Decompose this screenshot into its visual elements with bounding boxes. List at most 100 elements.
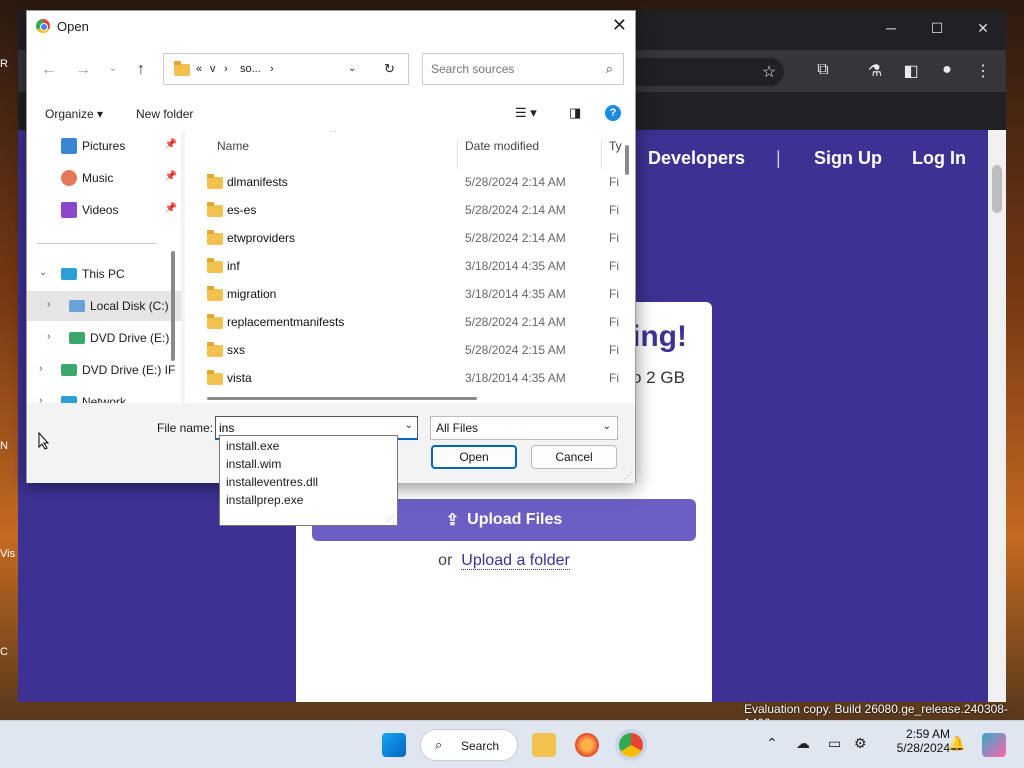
breadcrumb-item[interactable]: so... [240, 63, 261, 75]
close-icon[interactable]: ✕ [612, 15, 627, 36]
extensions-icon[interactable]: ⧉ [812, 61, 834, 79]
recent-dropdown-icon[interactable]: ⌄ [103, 63, 123, 74]
column-date-modified[interactable]: Date modified [465, 139, 539, 153]
drive-icon [69, 300, 85, 312]
nav-pane-scrollbar[interactable] [171, 251, 175, 361]
autocomplete-item[interactable]: install.exe [226, 439, 279, 453]
upload-folder-link[interactable]: Upload a folder [461, 552, 570, 570]
chevron-right-icon[interactable]: › [39, 395, 42, 403]
display-icon[interactable]: ▭ [828, 735, 841, 752]
breadcrumb-overflow[interactable]: « [196, 63, 202, 75]
file-row[interactable]: vista 3/18/2014 4:35 AM Fi [185, 363, 635, 391]
search-icon: ⌕ [605, 61, 613, 76]
folder-icon [207, 230, 223, 245]
file-row[interactable]: migration 3/18/2014 4:35 AM Fi [185, 279, 635, 307]
file-type: Fi [609, 203, 619, 217]
scrollbar-thumb[interactable] [992, 165, 1002, 213]
file-list-vertical-scrollbar[interactable] [625, 145, 629, 175]
cloud-offline-icon[interactable]: ☁ [796, 735, 810, 752]
up-icon[interactable]: ↑ [131, 61, 151, 79]
file-type-select[interactable]: All Files ⌄ [430, 416, 618, 440]
file-row[interactable]: etwproviders 5/28/2024 2:14 AM Fi [185, 223, 635, 251]
nav-item-local-disk[interactable]: › Local Disk (C:) [27, 291, 181, 321]
nav-log-in[interactable]: Log In [912, 148, 966, 169]
breadcrumb-item[interactable]: v [210, 63, 216, 75]
cancel-button[interactable]: Cancel [531, 445, 617, 469]
copilot-icon[interactable] [982, 733, 1006, 757]
file-row[interactable]: inf 3/18/2014 4:35 AM Fi [185, 251, 635, 279]
autocomplete-item[interactable]: installeventres.dll [226, 475, 318, 489]
desktop-icon-fragment[interactable]: R [0, 58, 18, 78]
file-list-horizontal-scrollbar[interactable] [207, 397, 477, 400]
view-options-icon[interactable]: ☰ ▾ [515, 105, 537, 121]
minimize-icon[interactable]: ─ [876, 20, 906, 36]
nav-developers[interactable]: Developers [648, 148, 745, 169]
open-button[interactable]: Open [431, 445, 517, 469]
chevron-down-icon: ⌄ [602, 421, 611, 432]
sidepanel-icon[interactable]: ◧ [900, 61, 922, 81]
file-row[interactable]: es-es 5/28/2024 2:14 AM Fi [185, 195, 635, 223]
navigation-row: ← → ⌄ ↑ « v › so... › ⌄ ↻ ⌕ [27, 43, 635, 99]
file-name: inf [227, 259, 240, 273]
autocomplete-item[interactable]: install.wim [226, 457, 281, 471]
file-row[interactable]: sxs 5/28/2024 2:15 AM Fi [185, 335, 635, 363]
file-row[interactable]: dlmanifests 5/28/2024 2:14 AM Fi [185, 167, 635, 195]
preview-pane-icon[interactable]: ◨ [569, 105, 581, 121]
menu-icon[interactable]: ⋮ [972, 61, 994, 81]
refresh-icon[interactable]: ↻ [384, 61, 395, 77]
nav-item-network[interactable]: › Network [27, 387, 181, 403]
desktop-icon-fragment[interactable]: Vis [0, 548, 18, 560]
file-explorer-icon[interactable] [532, 733, 556, 757]
maximize-icon[interactable]: ☐ [922, 20, 952, 37]
page-scrollbar[interactable] [988, 130, 1006, 702]
chrome-icon[interactable] [619, 733, 643, 757]
column-name[interactable]: Name [217, 139, 249, 153]
chevron-down-icon[interactable]: ⌄ [405, 420, 413, 431]
taskbar-search[interactable]: ⌕ Search [420, 729, 518, 761]
network-status-icon[interactable]: ⚙ [854, 735, 867, 752]
nav-item-label: Pictures [82, 139, 126, 153]
address-dropdown-icon[interactable]: ⌄ [348, 63, 356, 74]
nav-item-videos[interactable]: Videos 📌 [27, 195, 181, 225]
nav-item-this-pc[interactable]: ⌄ This PC [27, 259, 181, 289]
nav-item-pictures[interactable]: Pictures 📌 [27, 131, 181, 161]
desktop-icon-fragment[interactable]: N [0, 440, 18, 452]
organize-button[interactable]: Organize ▾ [45, 107, 103, 121]
start-icon[interactable] [382, 733, 406, 757]
clock[interactable]: 2:59 AM 5/28/2024 [880, 727, 950, 755]
firefox-icon[interactable] [575, 733, 599, 757]
file-row[interactable]: replacementmanifests 5/28/2024 2:14 AM Fi [185, 307, 635, 335]
chevron-right-icon[interactable]: › [47, 331, 50, 342]
search-box[interactable]: ⌕ [422, 53, 624, 85]
nav-item-music[interactable]: Music 📌 [27, 163, 181, 193]
forward-icon[interactable]: → [73, 61, 93, 79]
file-name-input[interactable] [219, 420, 389, 436]
pin-icon: 📌 [164, 139, 177, 150]
file-date: 5/28/2024 2:15 AM [465, 343, 566, 357]
desktop-icon-fragment[interactable]: C [0, 646, 18, 658]
address-breadcrumb[interactable]: « v › so... › ⌄ ↻ [163, 53, 409, 85]
back-icon[interactable]: ← [39, 61, 59, 79]
star-icon[interactable]: ☆ [758, 62, 780, 82]
show-hidden-icons-icon[interactable]: ⌃ [766, 735, 778, 752]
nav-sign-up[interactable]: Sign Up [814, 148, 882, 169]
address-bar[interactable]: ☆ [618, 58, 784, 86]
notification-bell-icon[interactable]: 🔔 [948, 735, 965, 752]
help-icon[interactable]: ? [605, 105, 621, 121]
column-type[interactable]: Ty [609, 139, 622, 153]
new-folder-button[interactable]: New folder [136, 107, 193, 121]
chevron-down-icon[interactable]: ⌄ [39, 267, 47, 278]
chevron-right-icon[interactable]: › [47, 299, 50, 310]
file-type: Fi [609, 231, 619, 245]
labs-icon[interactable]: ⚗ [864, 61, 886, 81]
resize-grip-icon[interactable]: ⋰ [386, 513, 395, 524]
nav-item-dvd-drive[interactable]: › DVD Drive (E:) [27, 323, 181, 353]
resize-grip-icon[interactable]: ⋰ [624, 470, 633, 481]
profile-icon[interactable]: ● [936, 61, 958, 79]
file-name: etwproviders [227, 231, 296, 245]
close-icon[interactable]: ✕ [968, 20, 998, 37]
nav-item-dvd-drive-2[interactable]: › DVD Drive (E:) IF [27, 355, 181, 385]
chevron-right-icon[interactable]: › [39, 363, 42, 374]
autocomplete-item[interactable]: installprep.exe [226, 493, 303, 507]
search-input[interactable] [431, 60, 591, 78]
